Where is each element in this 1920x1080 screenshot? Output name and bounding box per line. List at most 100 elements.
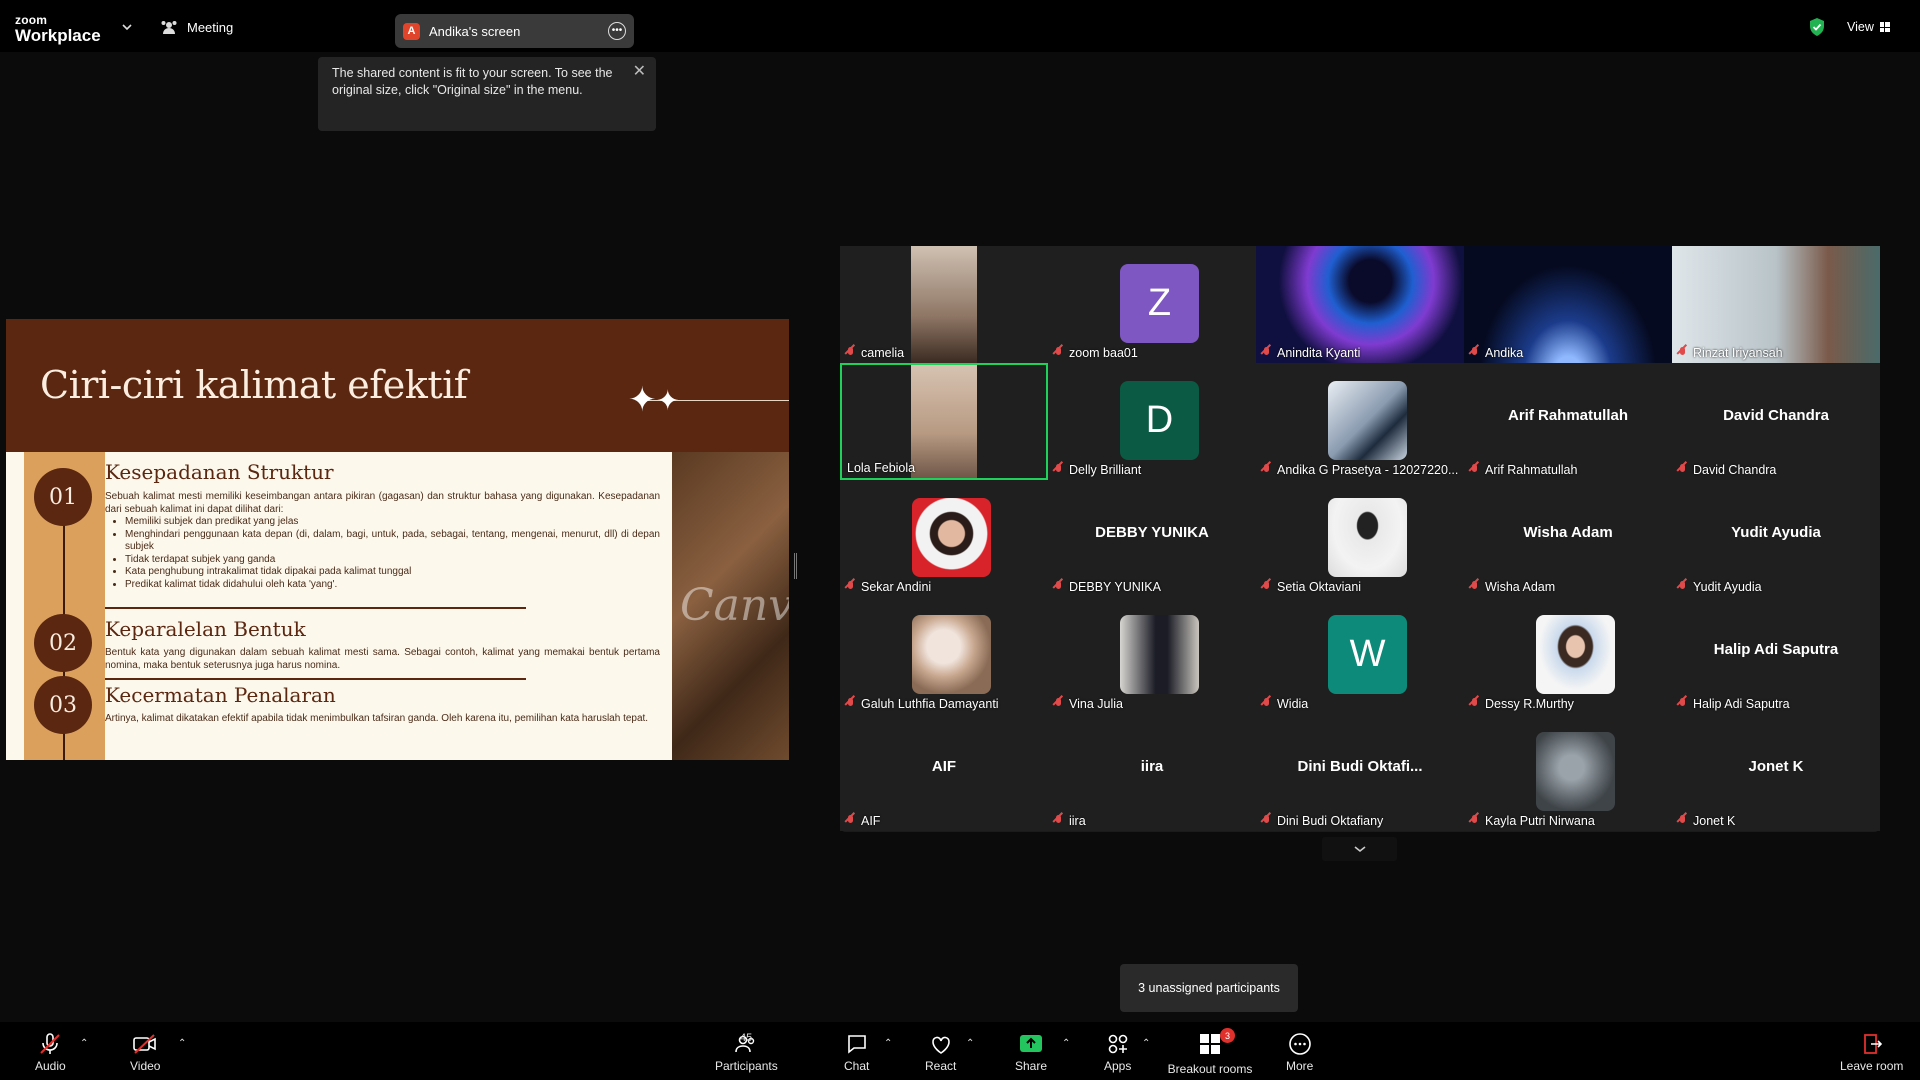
- share-options-icon[interactable]: •••: [608, 22, 626, 40]
- participant-tile[interactable]: Vina Julia: [1048, 597, 1256, 714]
- participant-tile[interactable]: Dessy R.Murthy: [1464, 597, 1672, 714]
- participant-name: Arif Rahmatullah: [1469, 463, 1577, 477]
- screen-share-label: Andika's screen: [429, 23, 521, 39]
- profile-photo: [1536, 615, 1615, 694]
- mic-muted-icon: [845, 698, 856, 710]
- expand-gallery-button[interactable]: [1322, 837, 1397, 861]
- caret-up-icon[interactable]: ⌃: [1142, 1038, 1150, 1049]
- apps-button[interactable]: Apps: [1104, 1032, 1131, 1073]
- participant-tile[interactable]: Wisha Adam Wisha Adam: [1464, 480, 1672, 597]
- participant-tile[interactable]: Anindita Kyanti: [1256, 246, 1464, 363]
- participant-tile[interactable]: Dini Budi Oktafi... Dini Budi Oktafiany: [1256, 714, 1464, 831]
- caret-up-icon[interactable]: ⌃: [884, 1038, 892, 1049]
- mic-muted-icon: [1469, 581, 1480, 593]
- share-button[interactable]: Share: [1015, 1032, 1047, 1073]
- mic-muted-icon: [1677, 464, 1688, 476]
- participant-tile[interactable]: D Delly Brilliant: [1048, 363, 1256, 480]
- participant-name: Widia: [1261, 697, 1308, 711]
- leave-room-button[interactable]: Leave room: [1840, 1032, 1903, 1073]
- participant-tile[interactable]: Andika: [1464, 246, 1672, 363]
- chevron-down-icon[interactable]: [120, 20, 134, 34]
- participant-name-text: Lola Febiola: [847, 461, 916, 475]
- mic-muted-icon: [1261, 698, 1272, 710]
- participant-tile[interactable]: Sekar Andini: [840, 480, 1048, 597]
- react-label: React: [925, 1059, 957, 1073]
- unassigned-participants-popup[interactable]: 3 unassigned participants: [1120, 964, 1298, 1012]
- participant-tile[interactable]: camelia: [840, 246, 1048, 363]
- mic-muted-icon: [1053, 464, 1064, 476]
- participant-tile[interactable]: iira iira: [1048, 714, 1256, 831]
- participant-tile[interactable]: Andika G Prasetya - 12027220...: [1256, 363, 1464, 480]
- participant-name: Galuh Luthfia Damayanti: [845, 697, 999, 711]
- participant-tile[interactable]: Halip Adi Saputra Halip Adi Saputra: [1672, 597, 1880, 714]
- participant-tile[interactable]: Yudit Ayudia Yudit Ayudia: [1672, 480, 1880, 597]
- screen-share-pill[interactable]: A Andika's screen •••: [395, 14, 634, 48]
- participant-name-text: Arif Rahmatullah: [1485, 463, 1578, 477]
- caret-up-icon[interactable]: ⌃: [1062, 1038, 1070, 1049]
- participant-display-name: Halip Adi Saputra: [1713, 641, 1839, 658]
- avatar: Z: [1120, 264, 1199, 343]
- participant-tile[interactable]: Kayla Putri Nirwana: [1464, 714, 1672, 831]
- participant-tile[interactable]: Arif Rahmatullah Arif Rahmatullah: [1464, 363, 1672, 480]
- participant-display-name: iira: [1140, 758, 1164, 775]
- participant-tile[interactable]: W Widia: [1256, 597, 1464, 714]
- audio-label: Audio: [35, 1059, 66, 1073]
- participant-name: Delly Brilliant: [1053, 463, 1141, 477]
- mic-muted-icon: [1677, 815, 1688, 827]
- participant-tile[interactable]: Galuh Luthfia Damayanti: [840, 597, 1048, 714]
- participant-tile[interactable]: David Chandra David Chandra: [1672, 363, 1880, 480]
- video-button[interactable]: Video: [130, 1032, 160, 1073]
- participant-name: iira: [1053, 814, 1086, 828]
- participants-button[interactable]: 45 Participants: [715, 1032, 778, 1073]
- participant-tile[interactable]: DEBBY YUNIKA DEBBY YUNIKA: [1048, 480, 1256, 597]
- participant-name-text: Andika G Prasetya - 12027220...: [1277, 463, 1459, 477]
- participant-tile-active-speaker[interactable]: Lola Febiola: [840, 363, 1048, 480]
- more-button[interactable]: More: [1286, 1032, 1313, 1073]
- watermark: Canva: [680, 580, 789, 631]
- participant-tile[interactable]: Rinzat Iriyansah: [1672, 246, 1880, 363]
- sparkle-icon: ✦: [628, 381, 657, 419]
- meeting-menu[interactable]: Meeting: [160, 19, 233, 35]
- view-button[interactable]: View: [1847, 20, 1890, 34]
- mic-muted-icon: [1261, 815, 1272, 827]
- profile-photo: [1328, 498, 1407, 577]
- mic-muted-icon: [1261, 347, 1272, 359]
- participant-name-text: Andika: [1485, 346, 1524, 360]
- more-label: More: [1286, 1059, 1314, 1073]
- participant-name-text: David Chandra: [1693, 463, 1777, 477]
- breakout-rooms-button[interactable]: 3 Breakout rooms: [1166, 1028, 1254, 1076]
- section-heading: Kecermatan Penalaran: [105, 683, 336, 707]
- mic-muted-icon: [845, 347, 856, 359]
- participant-name: zoom baa01: [1053, 346, 1138, 360]
- chat-button[interactable]: Chat: [844, 1032, 869, 1073]
- participant-name: AIF: [845, 814, 880, 828]
- close-icon[interactable]: ✕: [633, 63, 646, 80]
- section-body: Artinya, kalimat dikatakan efektif apabi…: [105, 713, 649, 724]
- mic-muted-icon: [1677, 581, 1688, 593]
- participant-name-text: Kayla Putri Nirwana: [1485, 814, 1595, 828]
- participant-tile[interactable]: AIF AIF: [840, 714, 1048, 831]
- participant-name: Vina Julia: [1053, 697, 1123, 711]
- caret-up-icon[interactable]: ⌃: [178, 1038, 186, 1049]
- avatar: D: [1120, 381, 1199, 460]
- participant-display-name: Yudit Ayudia: [1731, 524, 1821, 541]
- shield-check-icon[interactable]: [1808, 17, 1826, 37]
- split-drag-handle[interactable]: [794, 553, 797, 579]
- logo-bottom-text: Workplace: [15, 26, 101, 45]
- react-button[interactable]: React: [925, 1032, 956, 1073]
- participant-name-text: camelia: [861, 346, 905, 360]
- avatar: W: [1328, 615, 1407, 694]
- section-divider: [105, 678, 526, 680]
- participants-label: Participants: [715, 1059, 778, 1073]
- caret-up-icon[interactable]: ⌃: [80, 1038, 88, 1049]
- mic-muted-icon: [1261, 581, 1272, 593]
- audio-button[interactable]: Audio: [35, 1032, 66, 1073]
- participant-tile[interactable]: Z zoom baa01: [1048, 246, 1256, 363]
- participant-tile[interactable]: Jonet K Jonet K: [1672, 714, 1880, 831]
- participant-tile[interactable]: Setia Oktaviani: [1256, 480, 1464, 597]
- participant-name-text: Dini Budi Oktafiany: [1277, 814, 1384, 828]
- caret-up-icon[interactable]: ⌃: [966, 1038, 974, 1049]
- apps-label: Apps: [1104, 1059, 1132, 1073]
- mic-off-icon: [40, 1033, 61, 1054]
- section-number: 03: [34, 676, 92, 734]
